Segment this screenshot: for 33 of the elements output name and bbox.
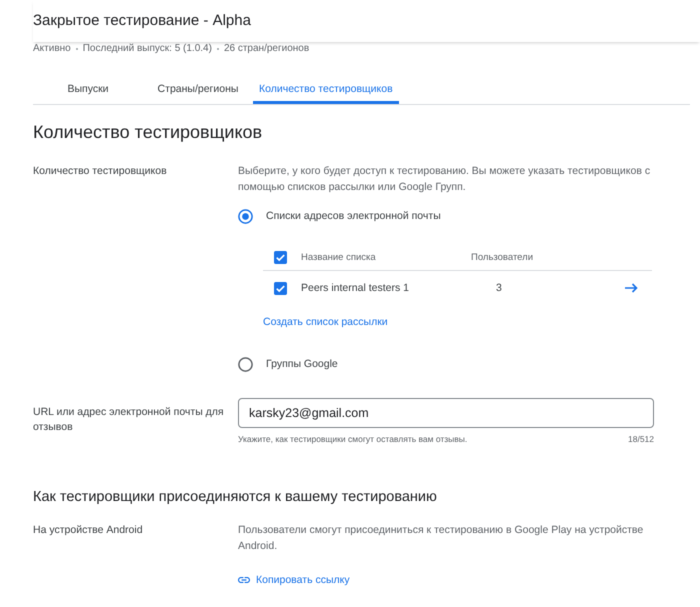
checkbox[interactable] xyxy=(274,250,287,264)
tab[interactable]: Количество тестировщиков xyxy=(253,78,399,104)
status-text: 26 стран/регионов xyxy=(224,42,310,55)
helper-text: Укажите, как тестировщики смогут оставлять вам отзывы. xyxy=(238,433,468,445)
field-label: Количество тестировщиков xyxy=(33,164,168,179)
tab[interactable]: Выпуски xyxy=(33,78,143,104)
field-label: На устройстве Android xyxy=(33,523,144,538)
page-title: Закрытое тестирование - Alpha xyxy=(33,12,251,30)
list-name-cell-text: Peers internal testers 1 xyxy=(301,282,410,294)
field-label: URL или адрес электронной почты для отзывов xyxy=(33,405,225,435)
users-count-cell: 3 xyxy=(496,282,502,294)
copy-link[interactable]: Копировать ссылку xyxy=(238,572,350,588)
separator-dot-icon xyxy=(216,48,219,50)
link-icon xyxy=(238,577,250,583)
feedback-input-field[interactable]: karsky23@gmail.com xyxy=(238,398,654,428)
status-text: Последний выпуск: 5 (1.0.4) xyxy=(82,42,212,55)
description-text: Пользователи смогут присоединиться к тестированию в Google Play на устройстве Android. xyxy=(238,523,644,554)
column-header: Название списка xyxy=(301,252,377,262)
arrow-right-icon[interactable] xyxy=(625,283,638,293)
column-header: Пользователи xyxy=(471,252,534,262)
separator-dot-icon xyxy=(76,48,78,50)
description-text: Выберите, у кого будет доступ к тестированию. Вы можете указать тестировщиков с помощью списков рассылки или Google Групп. xyxy=(238,164,652,195)
radio-button[interactable] xyxy=(238,356,253,372)
status-text: Активно xyxy=(33,42,71,55)
tab[interactable]: Страны/регионы xyxy=(143,78,253,104)
create-list-link[interactable]: Создать список рассылки xyxy=(263,315,388,329)
section-title: Как тестировщики присоединяются к вашему тестированию xyxy=(33,488,438,507)
option-label: Списки адресов электронной почты xyxy=(266,210,441,222)
radio-button[interactable] xyxy=(238,208,253,224)
checkbox[interactable] xyxy=(274,282,287,294)
option-label: Группы Google xyxy=(266,358,338,370)
character-counter: 18/512 xyxy=(628,433,654,445)
section-title: Количество тестировщиков xyxy=(33,121,264,144)
